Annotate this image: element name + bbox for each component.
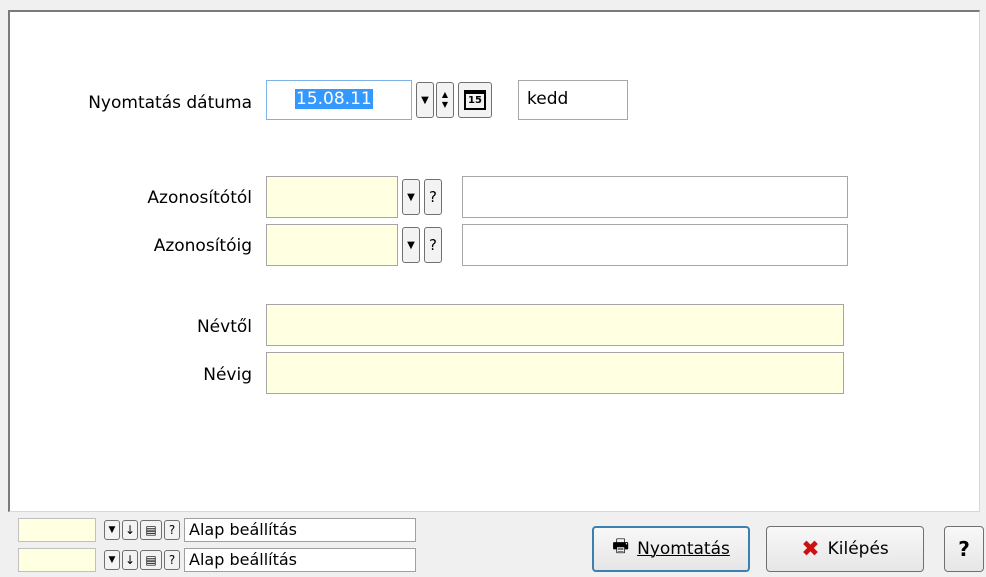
calendar-icon: 15 [464,90,486,110]
from-id-label: Azonosítótól [147,188,252,208]
from-id-lookup-button[interactable]: ? [424,179,442,215]
to-id-description [462,224,848,266]
to-name-input[interactable] [266,352,844,394]
from-name-input[interactable] [266,304,844,346]
chevron-down-icon: ▼ [108,525,116,535]
preset2-dropdown-button[interactable]: ▼ [104,550,120,570]
from-name-label: Névtől [196,317,252,337]
to-id-input[interactable] [266,224,398,266]
preset1-save-button[interactable]: ▤ [140,520,162,540]
date-input-value: 15.08.11 [295,89,373,109]
preset1-help-button[interactable]: ? [164,520,180,540]
preset1-input[interactable] [18,518,96,542]
from-id-description [462,176,848,218]
question-icon: ? [168,523,176,537]
exit-button-label: Kilépés [827,539,889,559]
printer-icon: 🖶 [612,536,630,557]
close-icon: ✖ [801,536,820,562]
date-dropdown-button[interactable]: ▼ [416,82,434,118]
document-icon: ▤ [145,523,157,537]
document-icon: ▤ [145,553,157,567]
preset2-down-button[interactable]: ↓ [122,550,138,570]
to-id-dropdown-button[interactable]: ▼ [402,227,420,263]
weekday-field: kedd [518,80,628,120]
chevron-down-icon: ▼ [407,239,415,251]
print-button[interactable]: 🖶 Nyomtatás [592,526,750,572]
chevron-down-icon: ▼ [407,191,415,203]
spin-up-icon: ▲ [441,90,449,99]
from-id-input[interactable] [266,176,398,218]
preset1-dropdown-button[interactable]: ▼ [104,520,120,540]
date-label: Nyomtatás dátuma [88,93,252,113]
print-button-label: Nyomtatás [637,539,730,559]
from-id-dropdown-button[interactable]: ▼ [402,179,420,215]
calendar-button[interactable]: 15 [458,82,492,118]
chevron-down-icon: ▼ [108,555,116,565]
to-id-label: Azonosítóig [153,236,252,256]
arrow-down-icon: ↓ [124,523,136,537]
question-icon: ? [429,236,437,254]
arrow-down-icon: ↓ [124,553,136,567]
question-icon: ? [168,553,176,567]
question-icon: ? [429,188,437,206]
date-spinner[interactable]: ▲ ▼ [436,82,454,118]
exit-button[interactable]: ✖ Kilépés [766,526,924,572]
help-button[interactable]: ? [944,526,984,572]
preset2-name: Alap beállítás [184,548,416,572]
chevron-down-icon: ▼ [421,94,429,106]
preset1-down-button[interactable]: ↓ [122,520,138,540]
preset1-name: Alap beállítás [184,518,416,542]
to-id-lookup-button[interactable]: ? [424,227,442,263]
preset2-save-button[interactable]: ▤ [140,550,162,570]
spin-down-icon: ▼ [441,100,449,109]
date-input[interactable]: 15.08.11 [266,80,412,120]
to-name-label: Névig [203,365,252,385]
preset2-help-button[interactable]: ? [164,550,180,570]
preset2-input[interactable] [18,548,96,572]
